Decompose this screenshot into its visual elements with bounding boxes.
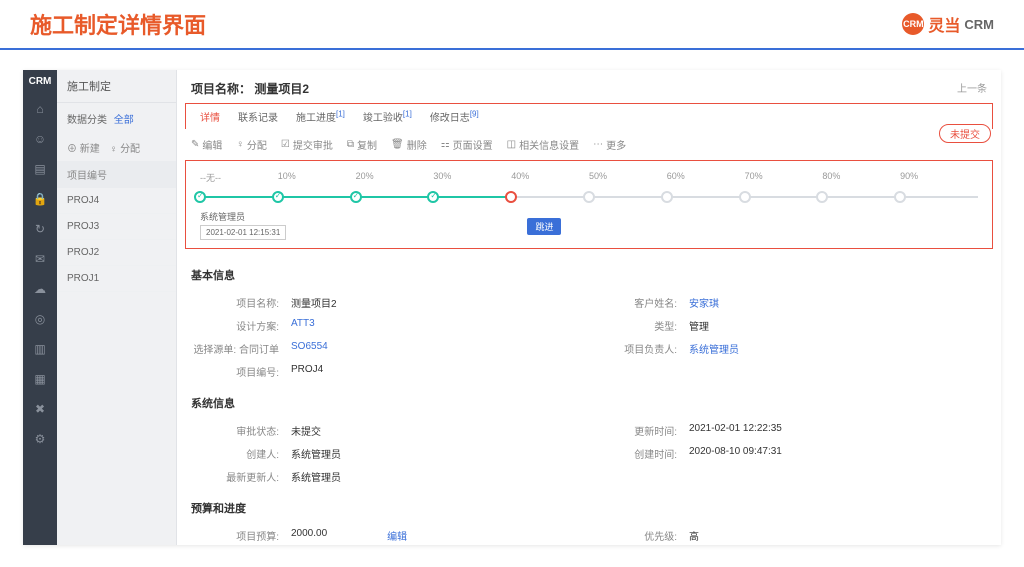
field-value: 管理 xyxy=(689,318,709,333)
tools-icon[interactable]: ✖ xyxy=(32,401,48,417)
field-label: 更新时间: xyxy=(589,423,689,438)
progress-step[interactable] xyxy=(427,191,439,203)
list-item[interactable]: PROJ3 xyxy=(57,214,176,240)
chart-icon[interactable]: ▥ xyxy=(32,341,48,357)
edit-button[interactable]: ✎ 编辑 xyxy=(191,137,222,152)
sidebar-title: 施工制定 xyxy=(57,70,176,103)
list-item[interactable]: PROJ1 xyxy=(57,266,176,292)
lock-icon[interactable]: 🔒 xyxy=(32,191,48,207)
detail-title: 项目名称： 测量项目2 上一条 xyxy=(177,70,1001,103)
new-button[interactable]: ⊕ 新建 xyxy=(67,140,100,155)
prev-link[interactable]: 上一条 xyxy=(957,80,987,97)
bell-crm-icon: CRM xyxy=(902,13,924,35)
progress-step[interactable] xyxy=(350,191,362,203)
more-button[interactable]: ⋯ 更多 xyxy=(593,137,626,152)
section-header: 预算和进度 xyxy=(177,492,1001,520)
field-value: 未提交 xyxy=(291,423,321,438)
progress-step[interactable] xyxy=(194,191,206,203)
field-label: 创建时间: xyxy=(589,446,689,461)
progress-step[interactable] xyxy=(583,191,595,203)
field-label xyxy=(589,364,689,379)
field-value: PROJ4 xyxy=(291,364,323,379)
tab-bar: 详情 联系记录 施工进度[1] 竣工验收[1] 修改日志[9] xyxy=(185,103,993,129)
field-value: 2021-02-01 12:22:35 xyxy=(689,423,782,438)
delete-button[interactable]: 🗑 删除 xyxy=(391,137,427,152)
chat-icon[interactable]: ✉ xyxy=(32,251,48,267)
field-value[interactable]: 系统管理员 xyxy=(689,341,739,356)
gear-icon[interactable]: ⚙ xyxy=(32,431,48,447)
field-label: 创建人: xyxy=(191,446,291,461)
field-value: 高 xyxy=(689,528,699,543)
progress-panel: --无--10%20%30%40%50%60%70%80%90% 系统管理员 2… xyxy=(185,160,993,249)
toolbar: ✎ 编辑 ♀ 分配 ☑ 提交审批 ⧉ 复制 🗑 删除 ⚏ 页面设置 ◫ 相关信息… xyxy=(177,129,1001,160)
user-icon[interactable]: ☺ xyxy=(32,131,48,147)
rail-logo: CRM xyxy=(29,76,52,87)
filter-all-link[interactable]: 全部 xyxy=(114,115,134,126)
tab-detail[interactable]: 详情 xyxy=(200,109,220,124)
progress-step[interactable] xyxy=(272,191,284,203)
field-label: 选择源单: 合同订单 xyxy=(191,341,291,356)
brand-logo: CRM 灵当CRM xyxy=(902,12,994,36)
field-value: 系统管理员 xyxy=(291,446,341,461)
field-label: 审批状态: xyxy=(191,423,291,438)
tab-accept[interactable]: 竣工验收[1] xyxy=(363,109,412,124)
sidebar: 施工制定 数据分类 全部 ⊕ 新建 ♀ 分配 项目编号 PROJ4 PROJ3 … xyxy=(57,70,177,545)
crm-app: CRM ⌂ ☺ ▤ 🔒 ↻ ✉ ☁ ◎ ▥ ▦ ✖ ⚙ 施工制定 数据分类 全部… xyxy=(23,70,1001,545)
progress-track xyxy=(200,190,978,204)
progress-step[interactable] xyxy=(739,191,751,203)
sidebar-filter: 数据分类 全部 xyxy=(57,103,176,134)
tab-contacts[interactable]: 联系记录 xyxy=(238,109,278,124)
circle-icon[interactable]: ◎ xyxy=(32,311,48,327)
field-label: 项目负责人: xyxy=(589,341,689,356)
field-label: 类型: xyxy=(589,318,689,333)
section-header: 基本信息 xyxy=(177,259,1001,287)
tab-log[interactable]: 修改日志[9] xyxy=(430,109,479,124)
slide-title: 施工制定详情界面 xyxy=(30,8,902,40)
progress-step[interactable] xyxy=(661,191,673,203)
list-item[interactable]: PROJ4 xyxy=(57,188,176,214)
grid-icon[interactable]: ▦ xyxy=(32,371,48,387)
related-settings-button[interactable]: ◫ 相关信息设置 xyxy=(507,137,579,152)
cloud-icon[interactable]: ☁ xyxy=(32,281,48,297)
sidebar-actions: ⊕ 新建 ♀ 分配 xyxy=(57,134,176,161)
copy-button[interactable]: ⧉ 复制 xyxy=(347,137,377,152)
status-stamp: 未提交 xyxy=(939,124,991,143)
submit-button[interactable]: ☑ 提交审批 xyxy=(281,137,333,152)
advance-button[interactable]: 跳进 xyxy=(527,218,561,235)
field-label xyxy=(589,469,689,484)
edit-link[interactable]: 编辑 xyxy=(387,528,407,543)
doc-icon[interactable]: ▤ xyxy=(32,161,48,177)
nav-rail: CRM ⌂ ☺ ▤ 🔒 ↻ ✉ ☁ ◎ ▥ ▦ ✖ ⚙ xyxy=(23,70,57,545)
progress-labels: --无--10%20%30%40%50%60%70%80%90% xyxy=(200,171,978,184)
progress-step[interactable] xyxy=(894,191,906,203)
field-label: 客户姓名: xyxy=(589,295,689,310)
field-label: 优先级: xyxy=(589,528,689,543)
field-label: 最新更新人: xyxy=(191,469,291,484)
field-value[interactable]: ATT3 xyxy=(291,318,315,333)
field-label: 项目编号: xyxy=(191,364,291,379)
sync-icon[interactable]: ↻ xyxy=(32,221,48,237)
list-item[interactable]: PROJ2 xyxy=(57,240,176,266)
progress-step[interactable] xyxy=(505,191,517,203)
field-value: 2020-08-10 09:47:31 xyxy=(689,446,782,461)
progress-owner-meta: 系统管理员 2021-02-01 12:15:31 xyxy=(200,210,286,240)
field-label: 设计方案: xyxy=(191,318,291,333)
assign-button[interactable]: ♀ 分配 xyxy=(236,137,267,152)
home-icon[interactable]: ⌂ xyxy=(32,101,48,117)
field-label: 项目预算: xyxy=(191,528,291,543)
field-value: 2000.00 xyxy=(291,528,327,543)
page-settings-button[interactable]: ⚏ 页面设置 xyxy=(441,137,493,152)
tab-progress[interactable]: 施工进度[1] xyxy=(296,109,345,124)
sidebar-col-header: 项目编号 xyxy=(57,161,176,188)
field-value[interactable]: 安家琪 xyxy=(689,295,719,310)
slide-header: 施工制定详情界面 CRM 灵当CRM xyxy=(0,0,1024,50)
section-header: 系统信息 xyxy=(177,387,1001,415)
assign-button[interactable]: ♀ 分配 xyxy=(110,140,140,155)
field-value: 系统管理员 xyxy=(291,469,341,484)
field-value[interactable]: SO6554 xyxy=(291,341,328,356)
progress-step[interactable] xyxy=(816,191,828,203)
field-label: 项目名称: xyxy=(191,295,291,310)
field-value: 测量项目2 xyxy=(291,295,337,310)
main-panel: 项目名称： 测量项目2 上一条 详情 联系记录 施工进度[1] 竣工验收[1] … xyxy=(177,70,1001,545)
